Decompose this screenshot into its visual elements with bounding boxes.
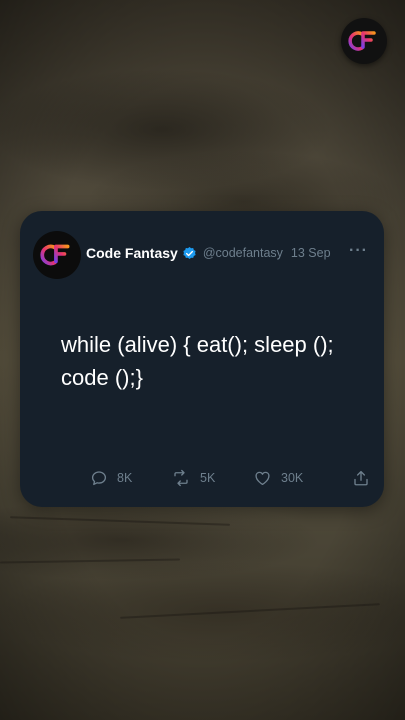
retweet-count: 5K bbox=[200, 471, 216, 485]
share-icon bbox=[354, 470, 368, 486]
avatar[interactable] bbox=[33, 231, 81, 279]
reply-icon bbox=[91, 471, 107, 486]
channel-logo[interactable] bbox=[341, 18, 387, 64]
tweet-header: Code Fantasy @codefantasy 13 Sep bbox=[86, 245, 331, 261]
tweet-card[interactable]: Code Fantasy @codefantasy 13 Sep ··· whi… bbox=[20, 211, 384, 507]
tweet-actions: 8K 5K 30K bbox=[90, 469, 303, 487]
tweet-text: while (alive) { eat(); sleep (); code ()… bbox=[61, 332, 334, 390]
reply-button[interactable]: 8K bbox=[90, 469, 171, 487]
wall-crack bbox=[0, 558, 181, 564]
retweet-icon bbox=[174, 469, 188, 487]
handle[interactable]: @codefantasy bbox=[203, 246, 283, 260]
reply-count: 8K bbox=[117, 471, 133, 485]
heart-icon bbox=[255, 471, 270, 486]
wall-crack bbox=[120, 603, 380, 619]
wall-crack bbox=[10, 516, 230, 526]
more-options-icon[interactable]: ··· bbox=[349, 242, 368, 260]
verified-badge-icon bbox=[182, 246, 197, 261]
display-name[interactable]: Code Fantasy bbox=[86, 245, 178, 261]
retweet-button[interactable]: 5K bbox=[171, 469, 253, 487]
like-count: 30K bbox=[281, 471, 304, 485]
tweet-date[interactable]: 13 Sep bbox=[291, 246, 331, 260]
like-button[interactable]: 30K bbox=[253, 469, 303, 487]
code-fantasy-logo-icon bbox=[348, 31, 376, 51]
code-fantasy-logo-icon bbox=[40, 244, 70, 266]
share-button[interactable] bbox=[352, 469, 370, 492]
